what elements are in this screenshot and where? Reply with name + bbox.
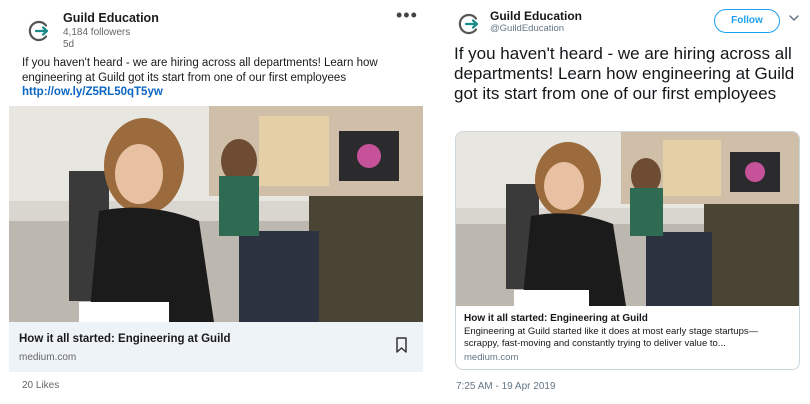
more-horizontal-icon[interactable]: •••: [396, 6, 418, 24]
guild-logo-icon[interactable]: [26, 18, 52, 44]
bookmark-icon[interactable]: [396, 337, 407, 353]
follow-button[interactable]: Follow: [714, 9, 780, 33]
article-card[interactable]: How it all started: Engineering at Guild…: [9, 322, 423, 372]
card-description: Engineering at Guild started like it doe…: [464, 326, 759, 349]
tweet-text: If you haven't heard - we are hiring acr…: [454, 44, 795, 103]
link-card[interactable]: How it all started: Engineering at Guild…: [455, 131, 800, 370]
card-source: medium.com: [464, 352, 519, 363]
account-name[interactable]: Guild Education: [490, 9, 582, 23]
follower-count: 4,184 followers: [63, 27, 131, 38]
post-time: 5d: [63, 39, 75, 50]
account-handle[interactable]: @GuildEducation: [490, 23, 564, 34]
chevron-down-icon[interactable]: [788, 13, 800, 23]
tweet-timestamp[interactable]: 7:25 AM - 19 Apr 2019: [456, 381, 556, 392]
twitter-post: Guild Education @GuildEducation Follow I…: [448, 0, 810, 404]
company-name[interactable]: Guild Education: [63, 11, 159, 25]
card-title[interactable]: How it all started: Engineering at Guild: [464, 313, 648, 324]
post-text: If you haven't heard - we are hiring acr…: [22, 57, 378, 84]
guild-logo-icon[interactable]: [456, 11, 482, 37]
linkedin-post: Guild Education 4,184 followers 5d ••• I…: [0, 0, 430, 404]
article-image[interactable]: [9, 106, 423, 322]
likes-count[interactable]: 20 Likes: [22, 380, 59, 391]
article-source: medium.com: [19, 352, 77, 363]
article-title[interactable]: How it all started: Engineering at Guild: [19, 333, 231, 345]
card-image[interactable]: [456, 132, 799, 306]
post-link[interactable]: http://ow.ly/Z5RL50qT5yw: [22, 86, 163, 98]
